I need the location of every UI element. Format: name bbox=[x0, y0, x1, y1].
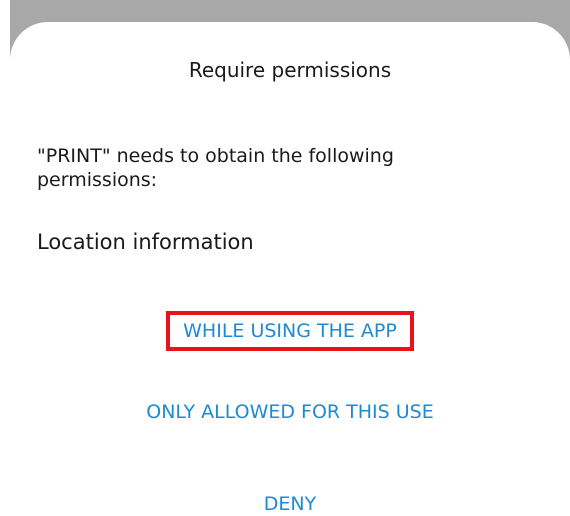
deny-button[interactable]: DENY bbox=[10, 493, 570, 515]
screen: Require permissions "PRINT" needs to obt… bbox=[0, 0, 570, 516]
highlight-box: WHILE USING THE APP bbox=[166, 311, 414, 351]
permission-item-location: Location information bbox=[37, 230, 254, 254]
while-using-app-label: WHILE USING THE APP bbox=[183, 320, 397, 342]
dialog-message: "PRINT" needs to obtain the following pe… bbox=[37, 145, 394, 191]
dialog-title: Require permissions bbox=[188, 58, 392, 82]
permission-dialog: Require permissions "PRINT" needs to obt… bbox=[10, 22, 570, 516]
while-using-app-button[interactable]: WHILE USING THE APP bbox=[10, 311, 570, 351]
only-this-use-button[interactable]: ONLY ALLOWED FOR THIS USE bbox=[10, 401, 570, 423]
